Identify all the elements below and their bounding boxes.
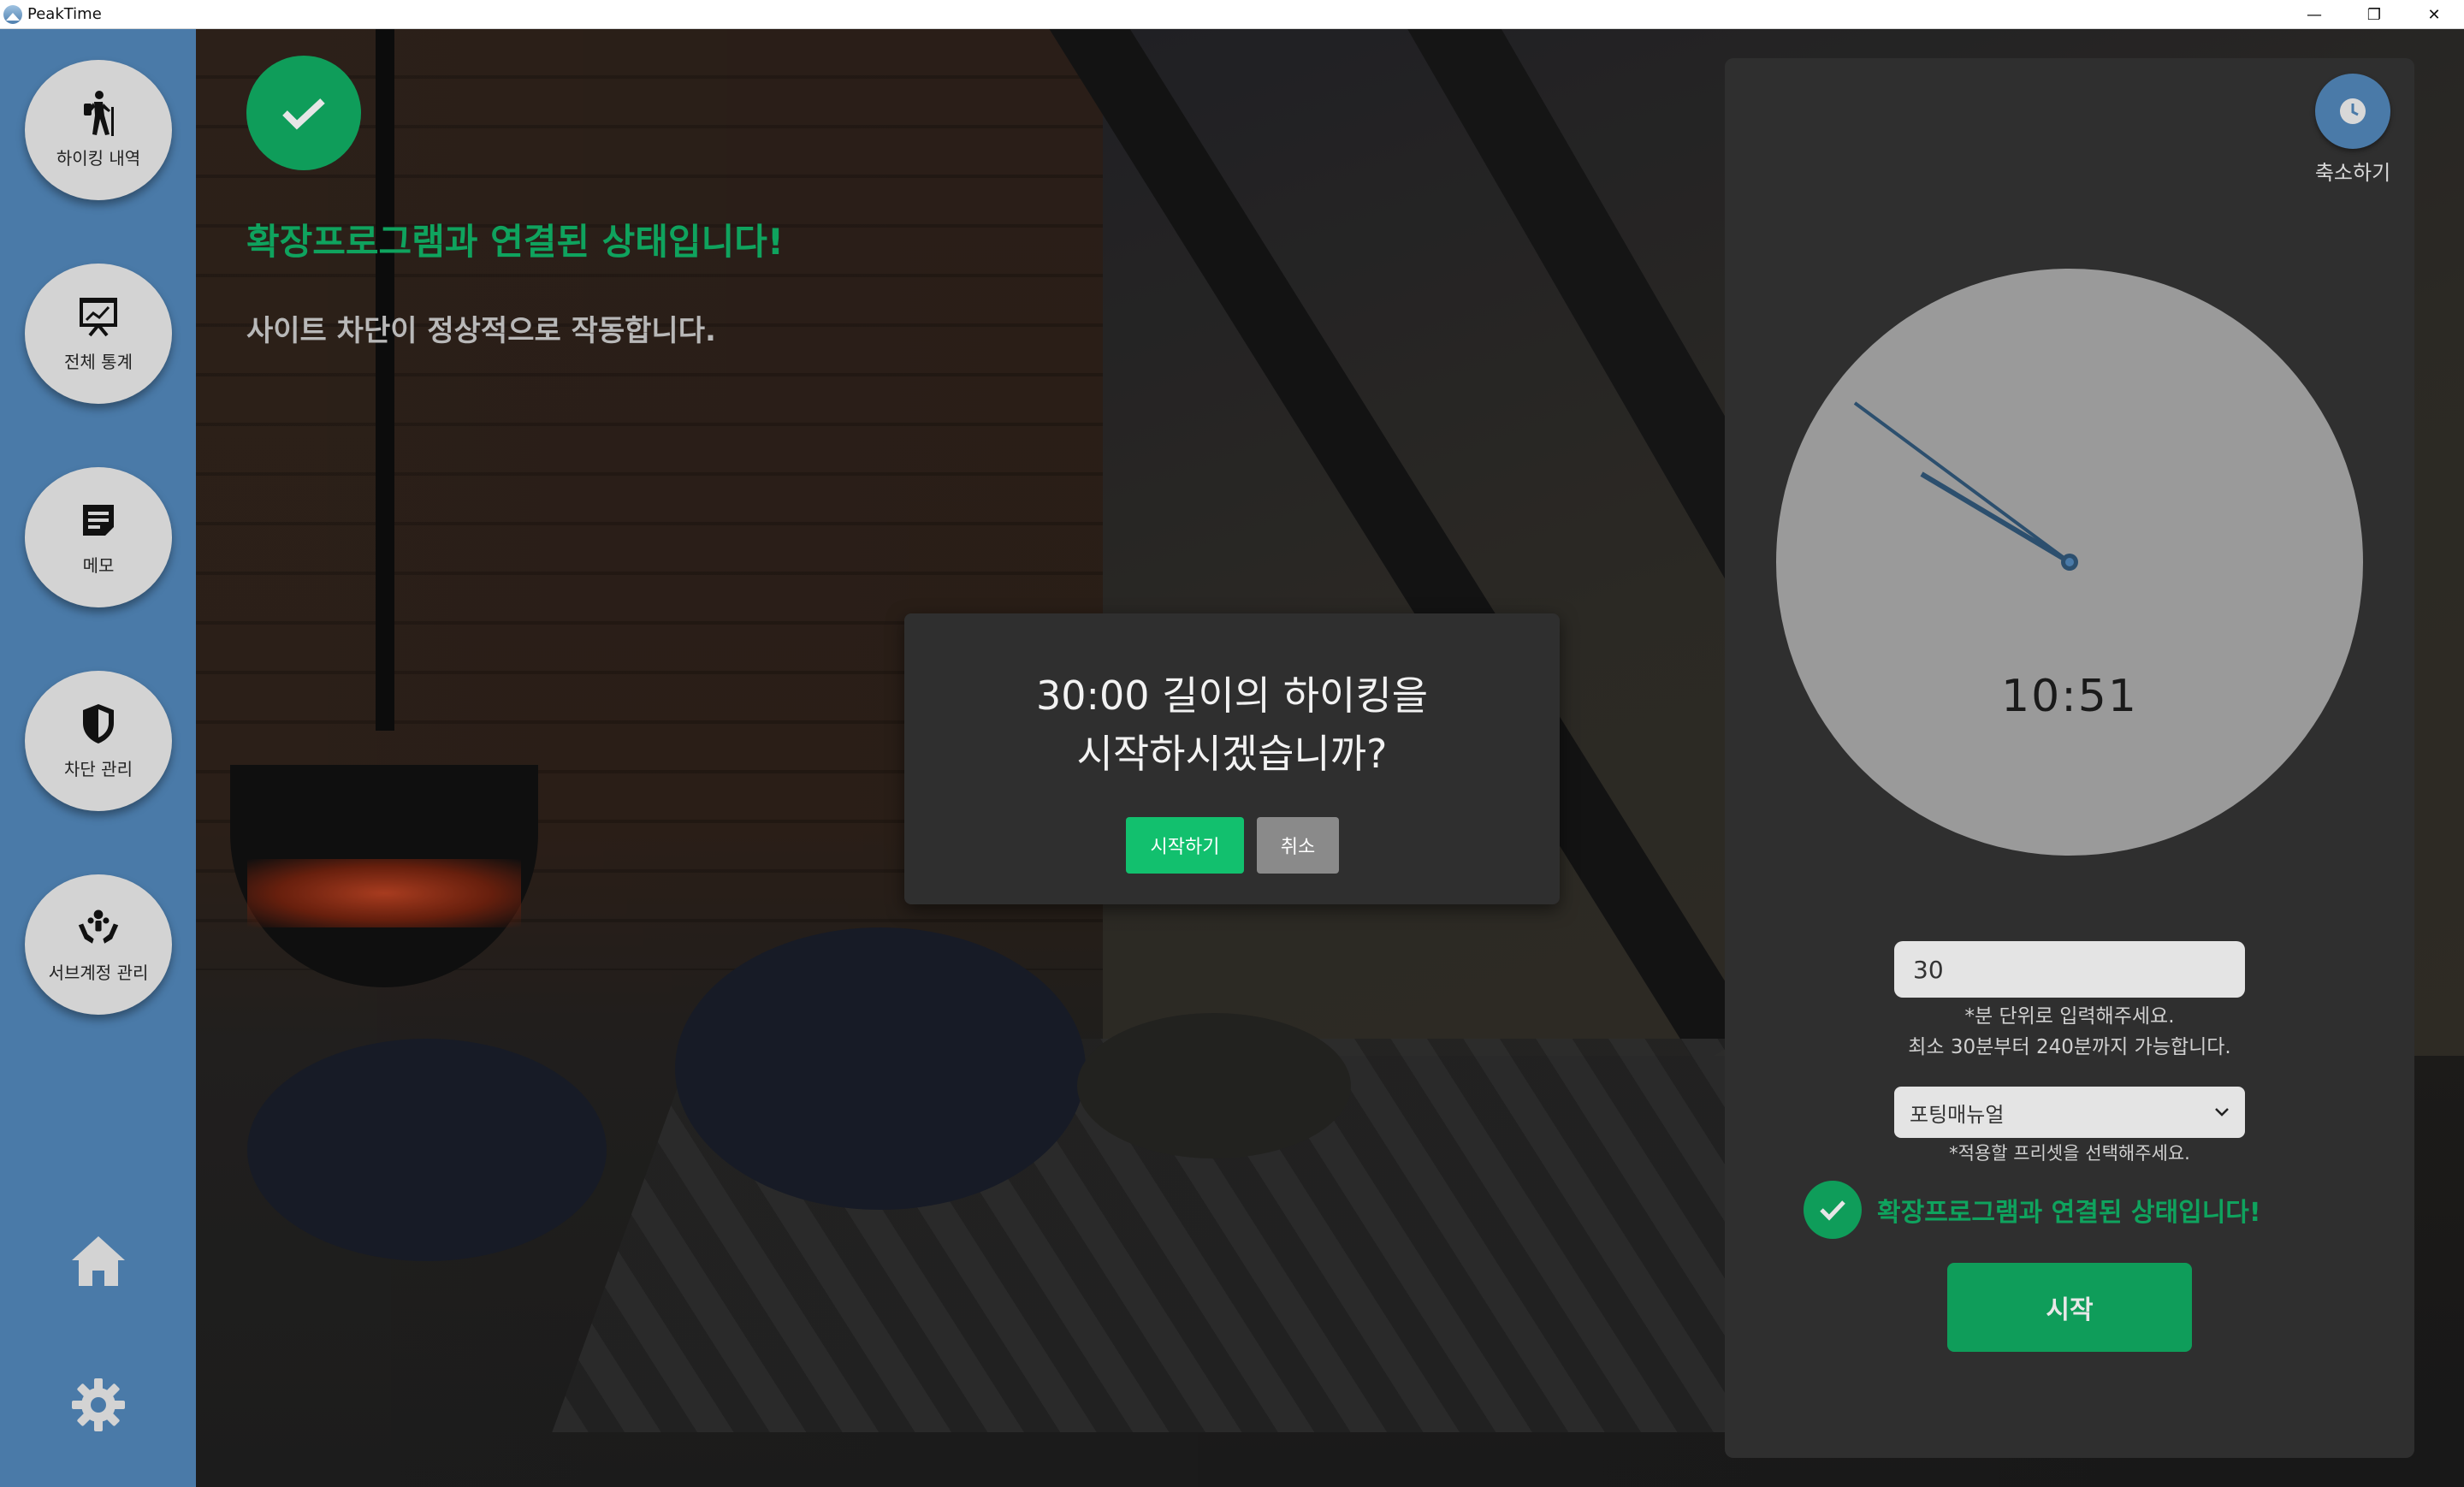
dialog-message-line-2: 시작하시겠습니까? [1076, 731, 1388, 777]
sidebar-item-subaccount-management[interactable]: 서브계정 관리 [25, 874, 172, 1015]
connection-status-subtitle: 사이트 차단이 정상적으로 작동합니다. [246, 314, 716, 348]
window-controls: — ❐ ✕ [2284, 0, 2464, 29]
shield-icon [77, 702, 120, 745]
title-bar: PeakTime — ❐ ✕ [0, 0, 2464, 29]
gear-icon [72, 1378, 125, 1431]
connection-status-title: 확장프로그램과 연결된 상태입니다! [246, 221, 784, 263]
start-button[interactable]: 시작 [1947, 1263, 2192, 1352]
window-title: PeakTime [27, 5, 102, 23]
clock-icon [2340, 98, 2366, 124]
clock-digital-time: 10:51 [2001, 671, 2138, 722]
sidebar-item-label: 차단 관리 [64, 758, 133, 779]
sidebar-item-hiking-history[interactable]: 하이킹 내역 [25, 60, 172, 200]
hands-people-icon [77, 906, 120, 949]
connected-status-badge [1804, 1181, 1862, 1239]
shrink-button[interactable] [2315, 74, 2390, 149]
check-icon [282, 98, 325, 130]
sidebar-item-statistics[interactable]: 전체 통계 [25, 264, 172, 404]
sidebar: 하이킹 내역 전체 통계 메모 차단 관리 서브계정 관리 [0, 29, 196, 1487]
dialog-message: 30:00 길이의 하이킹을 시작하시겠습니까? [904, 666, 1560, 783]
restore-button[interactable]: ❐ [2344, 0, 2404, 29]
sidebar-item-label: 전체 통계 [64, 351, 133, 372]
chevron-down-icon [2215, 1108, 2229, 1117]
analog-clock: 10:51 [1776, 269, 2363, 856]
duration-minutes-input[interactable] [1894, 941, 2245, 998]
connected-status-text: 확장프로그램과 연결된 상태입니다! [1877, 1198, 2261, 1228]
preset-selected-value: 포팅매뉴얼 [1910, 1102, 2005, 1127]
sidebar-item-memo[interactable]: 메모 [25, 467, 172, 607]
duration-hint-line-2: 최소 30분부터 240분까지 가능합니다. [1908, 1036, 2231, 1058]
chart-board-icon [77, 295, 120, 338]
hiking-control-panel: 축소하기 10:51 *분 단위로 입력해주세요. 최소 30분부터 240분까… [1725, 58, 2414, 1458]
duration-hint-line-1: *분 단위로 입력해주세요. [1964, 1005, 2175, 1028]
settings-button[interactable] [64, 1371, 133, 1439]
close-button[interactable]: ✕ [2404, 0, 2464, 29]
start-confirm-dialog: 30:00 길이의 하이킹을 시작하시겠습니까? 시작하기 취소 [904, 613, 1560, 904]
dialog-confirm-button[interactable]: 시작하기 [1126, 817, 1244, 874]
duration-hint: *분 단위로 입력해주세요. 최소 30분부터 240분까지 가능합니다. [1725, 1001, 2414, 1063]
home-icon [72, 1236, 125, 1286]
dialog-message-line-1: 30:00 길이의 하이킹을 [1035, 672, 1429, 719]
home-button[interactable] [64, 1227, 133, 1295]
app-logo-icon [3, 4, 22, 24]
hiker-icon [77, 90, 120, 136]
memo-icon [77, 499, 120, 542]
minimize-button[interactable]: — [2284, 0, 2344, 29]
sidebar-item-label: 하이킹 내역 [56, 147, 141, 169]
shrink-label: 축소하기 [2314, 161, 2391, 185]
sidebar-item-label: 메모 [82, 554, 115, 576]
connected-check-badge [246, 56, 361, 170]
preset-select[interactable]: 포팅매뉴얼 [1894, 1087, 2245, 1138]
dialog-cancel-button[interactable]: 취소 [1257, 817, 1339, 874]
sidebar-item-label: 서브계정 관리 [48, 962, 149, 983]
clock-hands [1853, 401, 2078, 571]
check-icon [1820, 1200, 1845, 1221]
sidebar-item-block-management[interactable]: 차단 관리 [25, 671, 172, 811]
preset-hint: *적용할 프리셋을 선택해주세요. [1949, 1143, 2190, 1164]
